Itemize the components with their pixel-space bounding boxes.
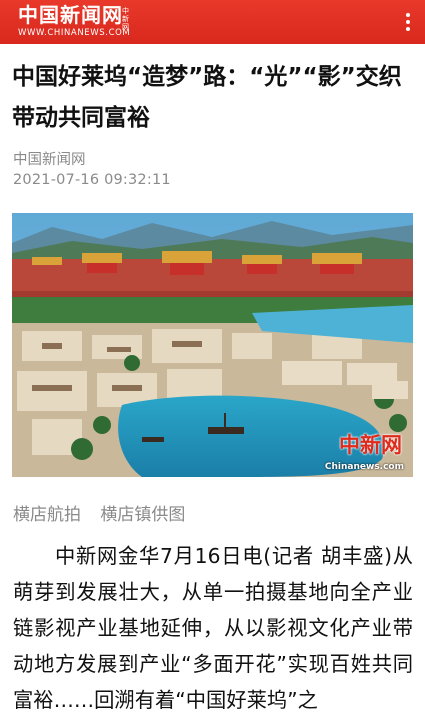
photo-watermark-url: Chinanews.com [324,462,404,472]
chinanews-logo[interactable]: 中国新闻网 中新网 WWW.CHINANEWS.COM [18,3,138,41]
more-vertical-icon[interactable] [403,13,413,31]
logo-url: WWW.CHINANEWS.COM [18,28,131,38]
article-photo[interactable]: 中新网 Chinanews.com [12,213,413,477]
photo-watermark-logo: 中新网 [339,432,402,457]
article-date: 2021-07-16 09:32:11 [13,172,171,188]
article-body-paragraph: 中新网金华7月16日电(记者 胡丰盛)从萌芽到发展壮大，从单一拍摄基地向全产业链… [13,544,413,712]
top-header: 中国新闻网 中新网 WWW.CHINANEWS.COM [0,0,425,44]
photo-caption: 横店航拍 横店镇供图 [13,505,186,525]
article-title: 中国好莱坞“造梦”路：“光”“影”交织带动共同富裕 [12,64,402,131]
logo-text: 中国新闻网 [18,3,123,27]
article-source: 中国新闻网 [13,152,86,168]
